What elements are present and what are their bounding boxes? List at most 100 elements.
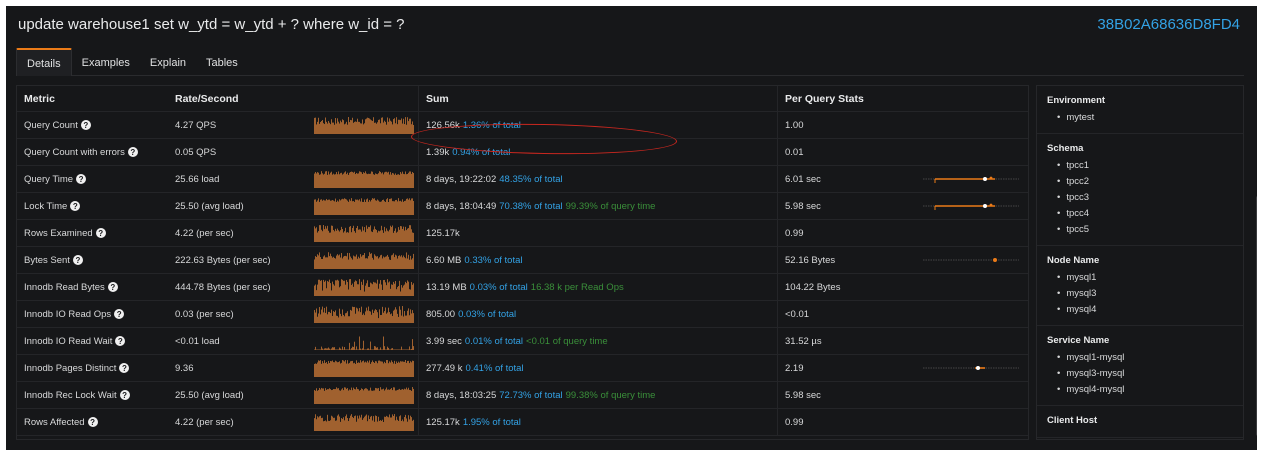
help-icon[interactable]: ? [87,417,98,427]
sparkline-bar [371,283,372,296]
sparkline-bar [400,291,401,296]
sparkline-bar [341,316,342,323]
sparkline-bar [314,226,315,242]
sparkline-bar [382,306,383,323]
sidebar-label-item[interactable]: mysql1-mysql [1047,350,1243,366]
help-icon[interactable]: ? [127,147,138,157]
sparkline-bar [354,416,355,431]
sidebar-label-item[interactable]: mysql3 [1047,286,1243,302]
sum-value: 8 days, 18:03:25 [426,389,497,401]
sparkline-bar [405,315,406,323]
help-icon[interactable]: ? [114,309,125,319]
sparkline-bar [375,282,376,296]
sidebar-label-item[interactable]: tpcc2 [1047,174,1243,190]
sparkline-bar [345,313,346,323]
sparkline-bar [379,283,380,296]
sparkline-bar [347,349,348,350]
sparkline-bar [319,123,320,134]
sparkline-bar [360,312,361,323]
sum-cell: 126.56k 1.36% of total [418,112,521,138]
sparkline-bar [380,280,381,296]
sparkline-bar [390,288,391,296]
sparkline-bar [321,280,322,296]
sparkline-bar [337,415,338,431]
sparkline-bar [391,284,392,296]
sparkline-bar [335,117,336,134]
query-id-link[interactable]: 38B02A68636D8FD4 [1097,16,1240,33]
sparkline-bar [393,281,394,296]
sidebar-label-item[interactable]: tpcc5 [1047,222,1243,238]
scrollbar[interactable] [1256,196,1257,436]
sparkline-bar [319,174,320,188]
help-icon[interactable]: ? [119,390,130,400]
sparkline-bar [360,290,361,296]
sparkline-bar [385,171,386,188]
help-icon[interactable]: ? [107,282,118,292]
tab-tables[interactable]: Tables [196,48,248,76]
sparkline-bar [401,389,402,404]
sparkline-bar [391,255,392,269]
sparkline-bar [373,390,374,404]
per-query-spark-cell [921,220,1025,246]
sidebar-label-item[interactable]: mysql3-mysql [1047,366,1243,382]
sparkline-bar [337,349,338,350]
sparkline-bar [330,283,331,296]
sparkline-bar [389,361,390,377]
sparkline-bar [350,309,351,323]
sparkline-bar [382,349,383,350]
sparkline-bar [408,360,409,377]
help-icon[interactable]: ? [70,201,81,211]
sparkline-bar [413,124,414,134]
sidebar-label-item[interactable]: tpcc3 [1047,190,1243,206]
help-icon[interactable]: ? [72,255,83,265]
sparkline-bar [343,349,344,350]
sidebar-label-item[interactable]: tpcc4 [1047,206,1243,222]
sparkline-bar [403,316,404,323]
help-icon[interactable]: ? [76,174,87,184]
metric-label: Bytes Sent [24,254,70,266]
help-icon[interactable]: ? [95,228,106,238]
sparkline-bar [339,361,340,377]
sparkline-bar [375,415,376,431]
sparkline-bar [363,313,364,323]
metric-name-cell: Innodb Rec Lock Wait? [24,382,130,408]
sparkline-bar [351,348,352,350]
sparkline-bar [381,284,382,296]
sparkline-bar [376,388,377,404]
sparkline-bar [406,283,407,296]
tab-explain[interactable]: Explain [140,48,196,76]
sparkline-bar [352,416,353,431]
help-icon[interactable]: ? [80,120,91,130]
sparkline-bar [370,282,371,296]
sparkline-bar [342,388,343,404]
rate-value: 25.66 load [175,173,220,185]
help-icon[interactable]: ? [119,363,130,373]
tab-details[interactable]: Details [16,48,72,76]
sparkline-bar [392,390,393,404]
sidebar-label-item[interactable]: tpcc1 [1047,158,1243,174]
sidebar-label-item[interactable]: mysql1 [1047,270,1243,286]
sparkline-bar [357,349,358,350]
sum-percent-of-total: 0.01% of total [464,335,524,347]
sparkline-bar [339,287,340,296]
sparkline-bar [372,420,373,431]
sparkline-bar [347,417,348,431]
help-icon[interactable]: ? [115,336,126,346]
sparkline-bar [411,259,412,269]
sparkline-bar [346,414,347,431]
sparkline-bar [396,255,397,269]
sparkline-bar [359,258,360,269]
sparkline-bar [369,419,370,431]
rate-sparkline [314,252,414,269]
sparkline-bar [365,311,366,323]
sparkline-bar [405,281,406,296]
sparkline-bar [340,421,341,431]
tab-examples[interactable]: Examples [72,48,140,76]
sparkline-bar [335,174,336,188]
sparkline-bar [388,121,389,134]
sidebar-label-item[interactable]: mysql4-mysql [1047,382,1243,398]
sparkline-bar [375,387,376,404]
sidebar-label-item[interactable]: mysql4 [1047,302,1243,318]
sidebar-label-item[interactable]: mytest [1047,110,1243,126]
sparkline-bar [342,228,343,242]
